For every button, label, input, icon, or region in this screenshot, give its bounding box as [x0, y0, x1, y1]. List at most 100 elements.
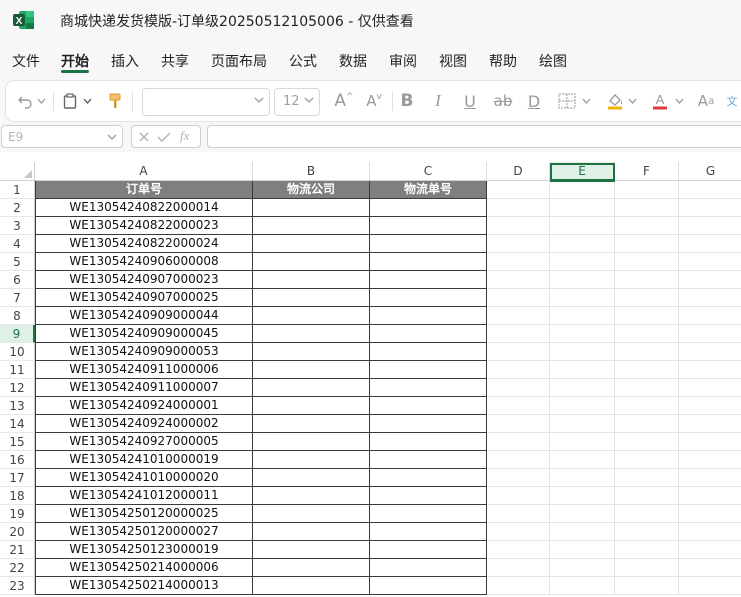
cell-d22[interactable]: [487, 559, 550, 577]
order-id-cell[interactable]: WE13054250120000027: [35, 523, 253, 541]
cancel-icon[interactable]: [138, 131, 150, 143]
row-header-18[interactable]: 18: [0, 487, 35, 505]
cell-e2[interactable]: [550, 199, 615, 217]
cell-e14[interactable]: [550, 415, 615, 433]
empty-cell-b15[interactable]: [253, 433, 370, 451]
row-header-7[interactable]: 7: [0, 289, 35, 307]
column-header-f[interactable]: F: [615, 162, 679, 181]
menu-page-layout[interactable]: 页面布局: [211, 51, 267, 71]
empty-cell-c11[interactable]: [370, 361, 487, 379]
empty-cell-c22[interactable]: [370, 559, 487, 577]
cell-f14[interactable]: [615, 415, 679, 433]
name-box[interactable]: E9: [1, 125, 123, 148]
cell-e12[interactable]: [550, 379, 615, 397]
order-id-cell[interactable]: WE13054240822000023: [35, 217, 253, 235]
order-id-cell[interactable]: WE13054241010000019: [35, 451, 253, 469]
row-header-6[interactable]: 6: [0, 271, 35, 289]
column-header-a[interactable]: A: [35, 162, 253, 181]
cell-e8[interactable]: [550, 307, 615, 325]
cell-d18[interactable]: [487, 487, 550, 505]
header-cell-a[interactable]: 订单号: [35, 181, 253, 199]
empty-cell-c7[interactable]: [370, 289, 487, 307]
cell-d7[interactable]: [487, 289, 550, 307]
cell-g5[interactable]: [679, 253, 741, 271]
cell-g17[interactable]: [679, 469, 741, 487]
empty-cell-b11[interactable]: [253, 361, 370, 379]
fill-color-dropdown-icon[interactable]: [627, 91, 637, 111]
cell-e20[interactable]: [550, 523, 615, 541]
cell-e10[interactable]: [550, 343, 615, 361]
empty-cell-b19[interactable]: [253, 505, 370, 523]
cell-f15[interactable]: [615, 433, 679, 451]
cell-e13[interactable]: [550, 397, 615, 415]
cell-d8[interactable]: [487, 307, 550, 325]
cell-e21[interactable]: [550, 541, 615, 559]
cell-e17[interactable]: [550, 469, 615, 487]
cell-d20[interactable]: [487, 523, 550, 541]
empty-cell-c9[interactable]: [370, 325, 487, 343]
order-id-cell[interactable]: WE13054240909000044: [35, 307, 253, 325]
empty-cell-c3[interactable]: [370, 217, 487, 235]
bold-icon[interactable]: B: [399, 91, 415, 111]
double-underline-icon[interactable]: D: [526, 91, 542, 111]
cell-g7[interactable]: [679, 289, 741, 307]
cell-g14[interactable]: [679, 415, 741, 433]
empty-cell-b7[interactable]: [253, 289, 370, 307]
cell-f18[interactable]: [615, 487, 679, 505]
empty-cell-b13[interactable]: [253, 397, 370, 415]
row-header-5[interactable]: 5: [0, 253, 35, 271]
cell-d3[interactable]: [487, 217, 550, 235]
font-size-select[interactable]: 12: [274, 88, 320, 116]
empty-cell-b2[interactable]: [253, 199, 370, 217]
row-header-8[interactable]: 8: [0, 307, 35, 325]
cell-g23[interactable]: [679, 577, 741, 595]
row-header-23[interactable]: 23: [0, 577, 35, 595]
cell-e3[interactable]: [550, 217, 615, 235]
empty-cell-b6[interactable]: [253, 271, 370, 289]
cell-f16[interactable]: [615, 451, 679, 469]
empty-cell-c20[interactable]: [370, 523, 487, 541]
menu-file[interactable]: 文件: [12, 51, 40, 71]
row-header-15[interactable]: 15: [0, 433, 35, 451]
menu-formulas[interactable]: 公式: [289, 51, 317, 71]
order-id-cell[interactable]: WE13054240906000008: [35, 253, 253, 271]
cell-g18[interactable]: [679, 487, 741, 505]
menu-help[interactable]: 帮助: [489, 51, 517, 71]
cell-d16[interactable]: [487, 451, 550, 469]
cell-d10[interactable]: [487, 343, 550, 361]
row-header-9[interactable]: 9: [0, 325, 35, 343]
strikethrough-icon[interactable]: ab: [492, 91, 514, 111]
cell-e16[interactable]: [550, 451, 615, 469]
row-header-1[interactable]: 1: [0, 181, 35, 199]
cell-e19[interactable]: [550, 505, 615, 523]
empty-cell-b4[interactable]: [253, 235, 370, 253]
row-header-20[interactable]: 20: [0, 523, 35, 541]
clear-format-icon[interactable]: Aa: [696, 91, 716, 111]
cell-d5[interactable]: [487, 253, 550, 271]
empty-cell-c6[interactable]: [370, 271, 487, 289]
column-header-b[interactable]: B: [253, 162, 370, 181]
cell-g6[interactable]: [679, 271, 741, 289]
fill-color-icon[interactable]: [605, 91, 625, 111]
order-id-cell[interactable]: WE13054240909000045: [35, 325, 253, 343]
row-header-22[interactable]: 22: [0, 559, 35, 577]
empty-cell-c16[interactable]: [370, 451, 487, 469]
cell-f6[interactable]: [615, 271, 679, 289]
empty-cell-b10[interactable]: [253, 343, 370, 361]
empty-cell-c12[interactable]: [370, 379, 487, 397]
cell-e23[interactable]: [550, 577, 615, 595]
cell-g19[interactable]: [679, 505, 741, 523]
menu-review[interactable]: 审阅: [389, 51, 417, 71]
cell-g16[interactable]: [679, 451, 741, 469]
empty-cell-c10[interactable]: [370, 343, 487, 361]
column-header-c[interactable]: C: [370, 162, 487, 181]
cell-f10[interactable]: [615, 343, 679, 361]
row-header-3[interactable]: 3: [0, 217, 35, 235]
cell-d19[interactable]: [487, 505, 550, 523]
cell-e18[interactable]: [550, 487, 615, 505]
undo-icon[interactable]: [16, 91, 34, 111]
menu-insert[interactable]: 插入: [111, 51, 139, 71]
cell-g11[interactable]: [679, 361, 741, 379]
empty-cell-c8[interactable]: [370, 307, 487, 325]
cell-g10[interactable]: [679, 343, 741, 361]
